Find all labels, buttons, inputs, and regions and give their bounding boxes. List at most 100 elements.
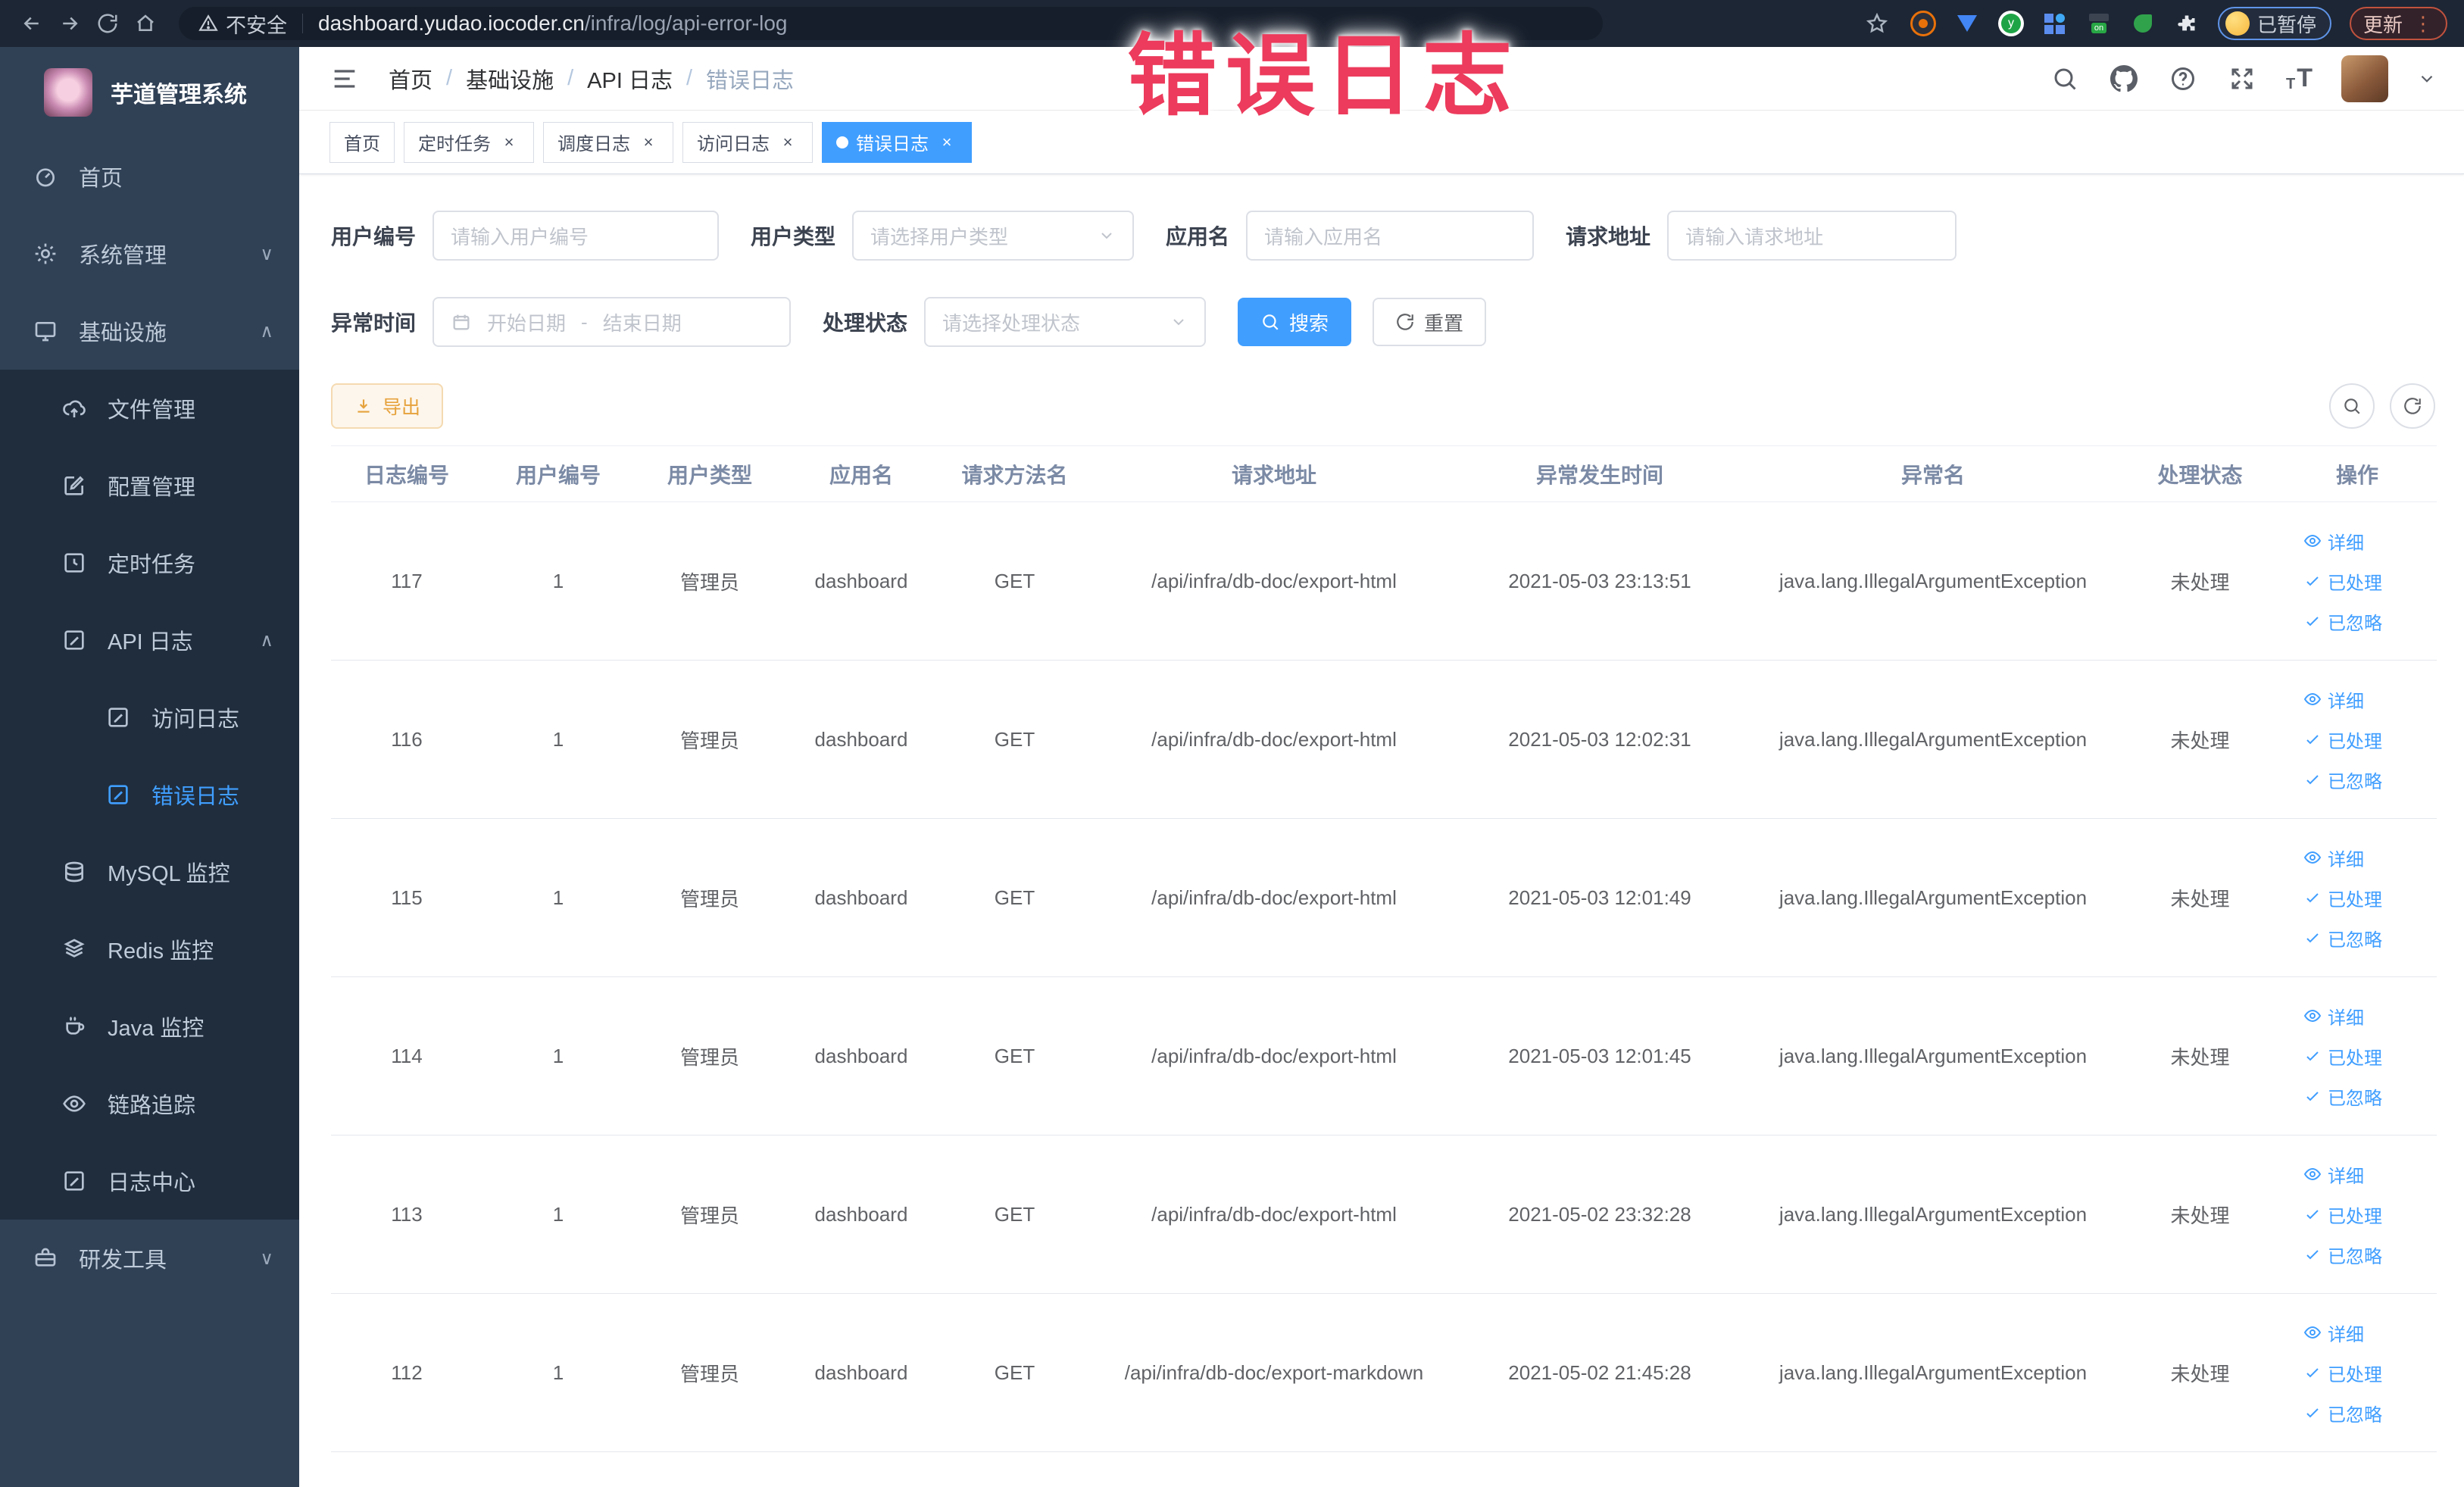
sidebar-menu-item[interactable]: 错误日志 [0, 756, 299, 833]
sidebar-toggle-icon[interactable] [329, 64, 360, 94]
tab-close-icon[interactable]: × [777, 132, 798, 153]
column-header[interactable]: 异常名 [1744, 445, 2122, 502]
breadcrumb-item[interactable]: API 日志 [587, 63, 673, 95]
sidebar-item-label: 基础设施 [79, 321, 167, 345]
mark-processed-link[interactable]: 已处理 [2303, 1360, 2382, 1386]
mark-ignored-link[interactable]: 已忽略 [2303, 1400, 2382, 1426]
sidebar-menu-item[interactable]: 访问日志 [0, 679, 299, 756]
log-id-cell: 117 [331, 501, 482, 661]
column-header[interactable]: 日志编号 [331, 445, 482, 502]
mark-ignored-link[interactable]: 已忽略 [2303, 767, 2382, 793]
app-name-input[interactable]: 请输入应用名 [1246, 211, 1535, 261]
github-icon[interactable] [2109, 64, 2139, 94]
avatar-dropdown-icon[interactable] [2417, 69, 2437, 89]
green-leaf-extension-icon[interactable] [2130, 11, 2156, 36]
detail-link[interactable]: 详细 [2303, 686, 2364, 713]
mark-ignored-link[interactable]: 已忽略 [2303, 1083, 2382, 1110]
sidebar-menu-item[interactable]: 链路追踪 [0, 1065, 299, 1142]
mark-processed-link[interactable]: 已处理 [2303, 1201, 2382, 1228]
column-header[interactable]: 请求方法名 [937, 445, 1092, 502]
sidebar-menu-item[interactable]: 日志中心 [0, 1142, 299, 1220]
bookmark-star-icon[interactable] [1862, 8, 1892, 39]
green-circle-extension-icon[interactable]: y [1997, 11, 2024, 36]
sidebar-menu-item[interactable]: API 日志 ∧ [0, 601, 299, 679]
view-tab[interactable]: 调度日志 × [543, 121, 673, 163]
view-tab[interactable]: 首页 × [329, 121, 395, 163]
user-type-select[interactable]: 请选择用户类型 [852, 211, 1135, 261]
view-tab[interactable]: 定时任务 × [404, 121, 534, 163]
breadcrumb-item[interactable]: 基础设施 [466, 63, 554, 95]
search-button[interactable]: 搜索 [1238, 298, 1352, 346]
method-cell: GET [937, 501, 1092, 661]
header-actions: TT [2050, 55, 2437, 102]
breadcrumb-item[interactable]: 首页 [389, 63, 433, 95]
sidebar-menu-item[interactable]: 定时任务 [0, 524, 299, 601]
column-header[interactable]: 应用名 [785, 445, 937, 502]
mark-processed-link[interactable]: 已处理 [2303, 726, 2382, 753]
column-header[interactable]: 处理状态 [2122, 445, 2278, 502]
mark-processed-link[interactable]: 已处理 [2303, 1043, 2382, 1070]
user-id-input[interactable]: 请输入用户编号 [433, 211, 720, 261]
home-icon[interactable] [130, 8, 161, 39]
forward-icon[interactable] [55, 8, 85, 39]
sidebar-menu-item[interactable]: 首页 [0, 138, 299, 215]
tab-close-icon[interactable]: × [638, 132, 659, 153]
switch-on-extension-icon[interactable]: on [2086, 11, 2112, 36]
emoji-avatar-icon [2225, 11, 2250, 36]
font-size-icon[interactable]: TT [2286, 64, 2313, 93]
column-header[interactable]: 操作 [2278, 445, 2437, 502]
column-header[interactable]: 异常发生时间 [1456, 445, 1744, 502]
header-search-icon[interactable] [2050, 64, 2080, 94]
column-header[interactable]: 用户编号 [482, 445, 634, 502]
detail-link[interactable]: 详细 [2303, 845, 2364, 871]
request-url-input[interactable]: 请输入请求地址 [1667, 211, 1957, 261]
detail-link[interactable]: 详细 [2303, 1161, 2364, 1188]
tab-close-icon[interactable]: × [936, 132, 957, 153]
sidebar-menu-item[interactable]: 文件管理 [0, 370, 299, 447]
toggle-search-button[interactable] [2329, 383, 2375, 429]
user-id-cell: 1 [482, 660, 634, 819]
sidebar-menu-item[interactable]: 基础设施 ∧ [0, 292, 299, 370]
user-avatar[interactable] [2341, 55, 2388, 102]
back-icon[interactable] [17, 8, 47, 39]
detail-link[interactable]: 详细 [2303, 1320, 2364, 1346]
mark-ignored-link[interactable]: 已忽略 [2303, 925, 2382, 951]
exception-time-range-picker[interactable]: 开始日期 - 结束日期 [433, 297, 792, 347]
sidebar-menu-item[interactable]: 研发工具 ∨ [0, 1220, 299, 1297]
profile-paused-badge[interactable]: 已暂停 [2217, 7, 2331, 40]
sidebar-menu-item[interactable]: 配置管理 [0, 447, 299, 524]
tab-close-icon[interactable]: × [498, 132, 520, 153]
mark-processed-link[interactable]: 已处理 [2303, 885, 2382, 911]
tab-label: 首页 [344, 134, 380, 155]
mark-ignored-link[interactable]: 已忽略 [2303, 608, 2382, 635]
column-header[interactable]: 请求地址 [1092, 445, 1456, 502]
mark-processed-link[interactable]: 已处理 [2303, 568, 2382, 595]
blue-drop-extension-icon[interactable] [1954, 11, 1980, 36]
view-tab[interactable]: 错误日志 × [822, 121, 972, 163]
reset-button[interactable]: 重置 [1373, 298, 1487, 346]
detail-link[interactable]: 详细 [2303, 1003, 2364, 1029]
browser-update-button[interactable]: 更新 ⋮ [2349, 7, 2447, 40]
orange-ring-extension-icon[interactable] [1910, 11, 1936, 36]
method-cell: GET [937, 660, 1092, 819]
process-status-select[interactable]: 请选择处理状态 [924, 297, 1207, 347]
sidebar-menu-item[interactable]: Redis 监控 [0, 911, 299, 988]
column-header[interactable]: 用户类型 [634, 445, 785, 502]
sidebar-menu-item[interactable]: Java 监控 [0, 988, 299, 1065]
refresh-table-button[interactable] [2390, 383, 2435, 429]
browser-menu-icon[interactable]: ⋮ [2413, 12, 2434, 36]
extensions-puzzle-icon[interactable] [2174, 11, 2200, 36]
sidebar-menu-item[interactable]: MySQL 监控 [0, 833, 299, 911]
export-button[interactable]: 导出 [331, 383, 444, 429]
exception-time-cell: 2021-05-02 23:32:28 [1456, 1135, 1744, 1294]
site-security-chip[interactable]: 不安全 [198, 9, 287, 39]
mark-ignored-link[interactable]: 已忽略 [2303, 1242, 2382, 1268]
app-logo[interactable]: 芋道管理系统 [0, 47, 299, 138]
fullscreen-icon[interactable] [2227, 64, 2257, 94]
sidebar-menu-item[interactable]: 系统管理 ∨ [0, 215, 299, 292]
help-icon[interactable] [2168, 64, 2198, 94]
detail-link[interactable]: 详细 [2303, 528, 2364, 555]
blue-grid-extension-icon[interactable] [2042, 11, 2068, 36]
reload-icon[interactable] [92, 8, 123, 39]
view-tab[interactable]: 访问日志 × [682, 121, 813, 163]
